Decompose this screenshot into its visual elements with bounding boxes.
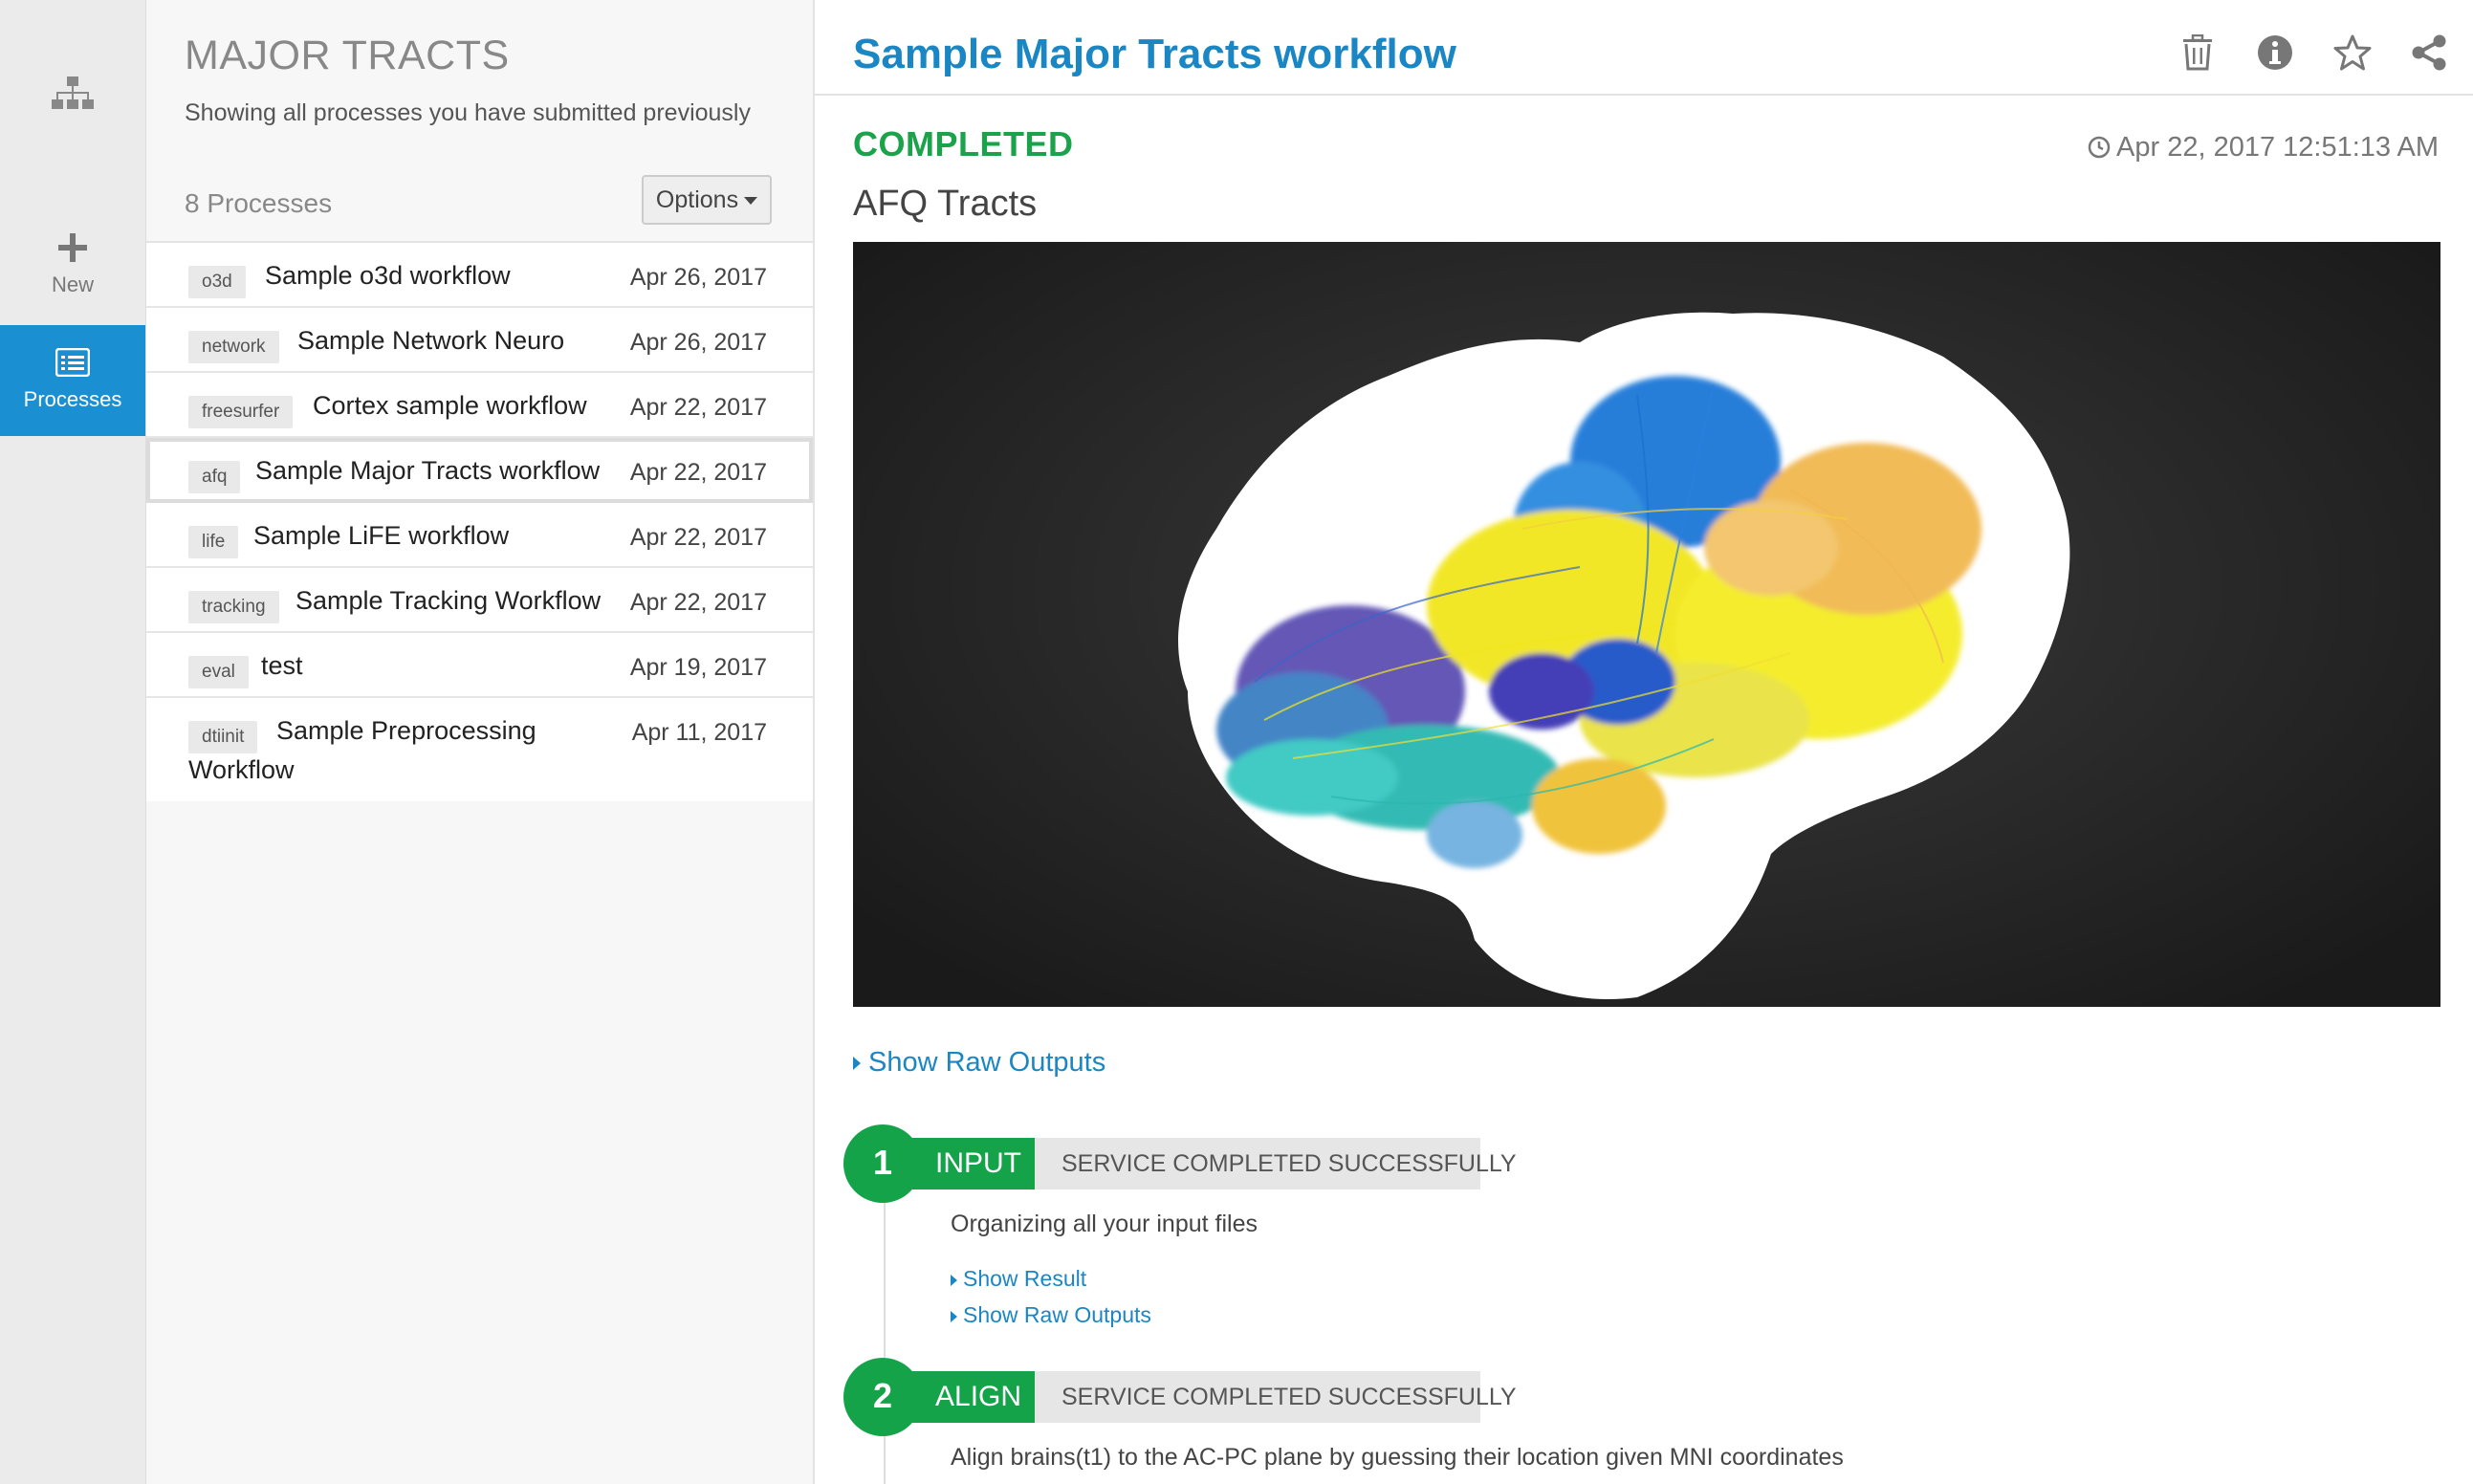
process-tag: o3d (188, 266, 246, 298)
process-row[interactable]: freesurfer Cortex sample workflow Apr 22… (146, 373, 813, 438)
process-name-continued: Workflow (188, 755, 295, 784)
caret-right-icon (853, 1057, 861, 1071)
process-date: Apr 22, 2017 (629, 589, 767, 616)
nav-apps[interactable] (0, 75, 145, 142)
trash-icon[interactable] (2182, 34, 2213, 71)
status-label: COMPLETED (853, 124, 1074, 164)
process-name: Sample Network Neuro (297, 326, 565, 355)
process-row[interactable]: eval test Apr 19, 2017 (146, 633, 813, 698)
process-date: Apr 26, 2017 (629, 329, 767, 356)
nav-processes[interactable]: Processes (0, 325, 145, 436)
detail-header: Sample Major Tracts workflow (815, 0, 2473, 96)
process-tag: eval (188, 656, 249, 688)
nav-new-label: New (51, 273, 94, 296)
process-name: Sample Major Tracts workflow (255, 456, 601, 485)
list-subtitle: Showing all processes you have submitted… (185, 99, 751, 126)
nav-new[interactable]: New (0, 226, 145, 321)
process-name: Sample Preprocessing (276, 716, 536, 745)
process-date: Apr 19, 2017 (629, 654, 767, 681)
process-count: 8 Processes (185, 188, 333, 218)
caret-right-icon (951, 1274, 957, 1286)
step-status: SERVICE COMPLETED SUCCESSFULLY (1035, 1138, 1517, 1189)
apps-hierarchy-icon (52, 76, 94, 109)
brain-tracts-image (1178, 312, 2070, 999)
show-raw-outputs-toggle[interactable]: Show Raw Outputs (853, 1047, 1105, 1079)
process-name: Sample LiFE workflow (253, 521, 510, 550)
timestamp: Apr 22, 2017 12:51:13 AM (2088, 132, 2439, 164)
app-name: AFQ Tracts (853, 184, 1038, 224)
nav-processes-label: Processes (23, 387, 122, 411)
step-number-badge: 1 (843, 1124, 922, 1203)
show-raw-outputs-label: Show Raw Outputs (868, 1047, 1106, 1078)
process-name: Sample o3d workflow (265, 261, 511, 290)
step-show-raw-outputs-label: Show Raw Outputs (963, 1302, 1151, 1327)
share-icon[interactable] (2410, 34, 2448, 71)
process-date: Apr 22, 2017 (629, 459, 767, 486)
process-row[interactable]: tracking Sample Tracking Workflow Apr 22… (146, 568, 813, 633)
process-date: Apr 22, 2017 (629, 394, 767, 421)
options-label: Options (655, 186, 739, 213)
step-description: Align brains(t1) to the AC-PC plane by g… (951, 1444, 1844, 1471)
list-title: MAJOR TRACTS (185, 33, 510, 78)
process-name: Sample Tracking Workflow (295, 586, 602, 615)
tract-viewer[interactable] (853, 242, 2440, 1007)
list-icon (55, 347, 91, 378)
caret-right-icon (951, 1310, 957, 1322)
timestamp-text: Apr 22, 2017 12:51:13 AM (2116, 132, 2439, 163)
process-name: Cortex sample workflow (313, 391, 587, 420)
star-icon[interactable] (2333, 34, 2372, 71)
step-description: Organizing all your input files (951, 1211, 1258, 1237)
process-date: Apr 22, 2017 (629, 524, 767, 551)
process-tag: network (188, 331, 279, 363)
step-status: SERVICE COMPLETED SUCCESSFULLY (1035, 1371, 1517, 1423)
left-nav: New Processes (0, 0, 146, 1484)
options-button[interactable]: Options (642, 175, 772, 225)
process-name: test (261, 651, 303, 680)
clock-icon (2088, 136, 2111, 159)
process-date: Apr 11, 2017 (631, 719, 767, 746)
info-icon[interactable] (2257, 34, 2293, 71)
process-tag: freesurfer (188, 396, 294, 428)
process-list-pane: MAJOR TRACTS Showing all processes you h… (146, 0, 815, 1484)
process-tag: life (188, 526, 239, 558)
process-row[interactable]: o3d Sample o3d workflow Apr 26, 2017 (146, 243, 813, 308)
step-number-badge: 2 (843, 1358, 922, 1436)
process-tag: dtiinit (188, 721, 258, 753)
process-detail-pane: Sample Major Tracts workflow COMPLETED A… (815, 0, 2473, 1484)
process-row[interactable]: life Sample LiFE workflow Apr 22, 2017 (146, 503, 813, 568)
process-row-selected[interactable]: afq Sample Major Tracts workflow Apr 22,… (146, 438, 813, 503)
plus-icon (58, 233, 87, 262)
process-row[interactable]: dtiinit Sample Preprocessing Workflow Ap… (146, 698, 813, 801)
process-tag: afq (188, 461, 241, 493)
show-result-label: Show Result (963, 1266, 1087, 1291)
detail-title: Sample Major Tracts workflow (853, 31, 1456, 77)
show-result-link[interactable]: Show Result (951, 1266, 1086, 1292)
process-date: Apr 26, 2017 (629, 264, 767, 291)
process-tag: tracking (188, 591, 279, 623)
process-rows: o3d Sample o3d workflow Apr 26, 2017 net… (146, 241, 813, 801)
process-row[interactable]: network Sample Network Neuro Apr 26, 201… (146, 308, 813, 373)
caret-down-icon (744, 196, 758, 205)
step-show-raw-outputs-link[interactable]: Show Raw Outputs (951, 1302, 1151, 1328)
